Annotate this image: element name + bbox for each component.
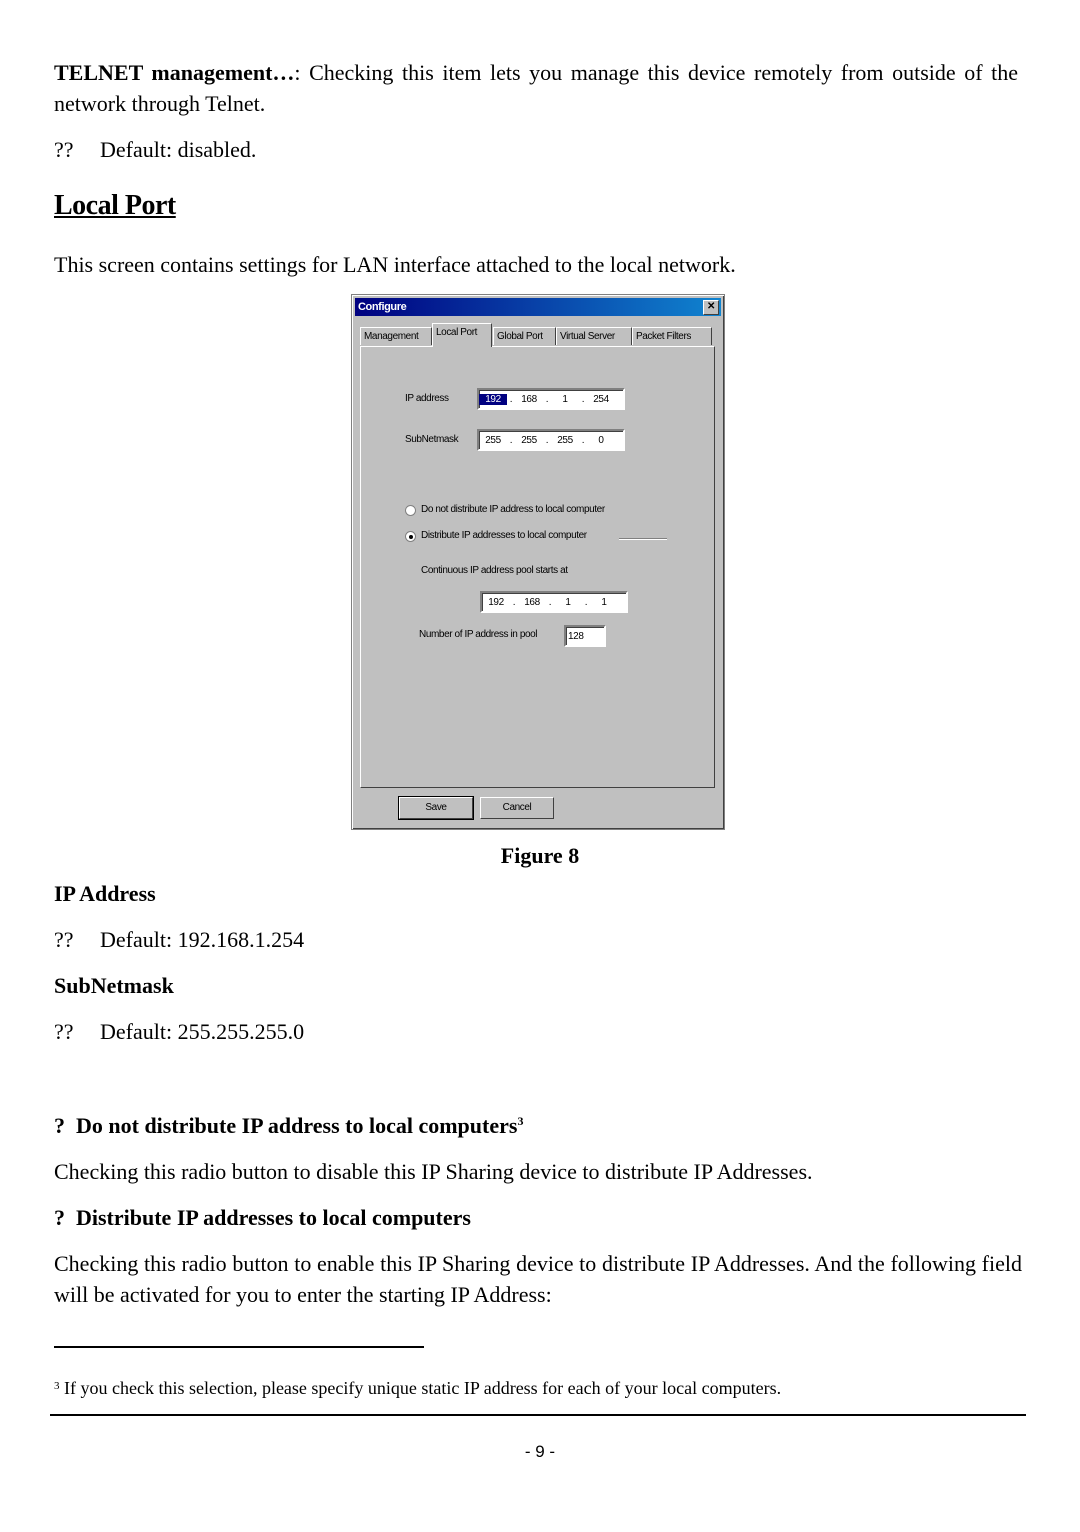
pool-octet-4[interactable]: 1 — [590, 597, 618, 608]
footnote: 3 If you check this selection, please sp… — [54, 1376, 781, 1400]
ip-address-heading: IP Address — [54, 881, 156, 906]
radio-distribute[interactable] — [405, 531, 416, 542]
radio-distribute-label[interactable]: Distribute IP addresses to local compute… — [421, 530, 587, 541]
no-distribute-title: Do not distribute IP address to local co… — [76, 1113, 518, 1138]
close-icon[interactable]: ✕ — [703, 300, 719, 315]
pool-count-value: 128 — [568, 630, 584, 642]
mask-octet-4[interactable]: 0 — [587, 435, 615, 446]
dialog-title: Configure — [358, 301, 407, 313]
footnote-number: 3 — [54, 1380, 60, 1392]
ip-address-input[interactable]: 192. 168. 1. 254 — [477, 388, 625, 410]
radio-no-distribute[interactable] — [405, 505, 416, 516]
distribute-text: Checking this radio button to enable thi… — [54, 1251, 1022, 1307]
local-port-panel: IP address 192. 168. 1. 254 SubNetmask 2… — [360, 346, 715, 788]
subnet-heading: SubNetmask — [54, 973, 174, 998]
ip-octet-1[interactable]: 192 — [479, 393, 507, 405]
no-distribute-text: Checking this radio button to disable th… — [54, 1159, 813, 1184]
radio-bullet-icon: ? — [54, 1205, 65, 1230]
figure-caption: Figure 8 — [500, 843, 580, 868]
configure-dialog: Configure ✕ Management Local Port Global… — [351, 294, 725, 830]
save-button[interactable]: Save — [398, 796, 474, 820]
mask-octet-2[interactable]: 255 — [515, 435, 543, 446]
pool-count-label: Number of IP address in pool — [419, 629, 538, 640]
tab-global-port[interactable]: Global Port — [493, 327, 556, 345]
dialog-titlebar: Configure ✕ — [355, 298, 721, 316]
footnote-separator — [54, 1346, 424, 1348]
pool-start-input[interactable]: 192. 168. 1. 1 — [480, 591, 628, 613]
telnet-default-text: Default: disabled. — [100, 137, 257, 162]
subnet-mask-label: SubNetmask — [405, 434, 459, 445]
subnet-default: ?? Default: 255.255.255.0 — [54, 1016, 304, 1047]
distribute-title: Distribute IP addresses to local compute… — [76, 1205, 471, 1230]
tab-strip: Management Local Port Global Port Virtua… — [360, 323, 716, 347]
footnote-ref[interactable]: 3 — [517, 1114, 523, 1128]
ip-address-label: IP address — [405, 393, 449, 404]
subnet-mask-input[interactable]: 255. 255. 255. 0 — [477, 429, 625, 451]
distribute-heading: ? Distribute IP addresses to local compu… — [54, 1202, 471, 1233]
pool-octet-3[interactable]: 1 — [554, 597, 582, 608]
ip-octet-3[interactable]: 1 — [551, 394, 579, 405]
page-footer-rule — [50, 1414, 1026, 1416]
ip-address-default: ?? Default: 192.168.1.254 — [54, 924, 304, 955]
section-intro: This screen contains settings for LAN in… — [54, 252, 736, 277]
pool-count-input[interactable]: 128 — [564, 625, 606, 647]
ip-address-default-text: Default: 192.168.1.254 — [100, 927, 305, 952]
cancel-button[interactable]: Cancel — [480, 797, 554, 819]
bullet-icon: ?? — [54, 137, 74, 162]
group-divider — [619, 538, 667, 539]
radio-bullet-icon: ? — [54, 1113, 65, 1138]
footnote-text: If you check this selection, please spec… — [64, 1378, 782, 1398]
mask-octet-3[interactable]: 255 — [551, 435, 579, 446]
pool-octet-1[interactable]: 192 — [482, 597, 510, 608]
pool-start-label: Continuous IP address pool starts at — [421, 565, 568, 576]
telnet-default: ?? Default: disabled. — [54, 134, 256, 165]
tab-packet-filters[interactable]: Packet Filters — [632, 327, 712, 345]
telnet-paragraph: TELNET management…: Checking this item l… — [54, 57, 1018, 119]
subnet-default-text: Default: 255.255.255.0 — [100, 1019, 305, 1044]
bullet-icon: ?? — [54, 927, 74, 952]
section-title: Local Port — [54, 190, 176, 221]
tab-virtual-server[interactable]: Virtual Server — [556, 327, 632, 345]
radio-no-distribute-label[interactable]: Do not distribute IP address to local co… — [421, 504, 605, 515]
bullet-icon: ?? — [54, 1019, 74, 1044]
telnet-term: TELNET management… — [54, 60, 295, 85]
tab-local-port[interactable]: Local Port — [432, 323, 492, 347]
pool-octet-2[interactable]: 168 — [518, 597, 546, 608]
tab-management[interactable]: Management — [360, 327, 432, 345]
no-distribute-heading: ? Do not distribute IP address to local … — [54, 1110, 523, 1141]
ip-octet-4[interactable]: 254 — [587, 394, 615, 405]
mask-octet-1[interactable]: 255 — [479, 435, 507, 446]
ip-octet-2[interactable]: 168 — [515, 394, 543, 405]
page-number: - 9 - — [524, 1442, 556, 1461]
